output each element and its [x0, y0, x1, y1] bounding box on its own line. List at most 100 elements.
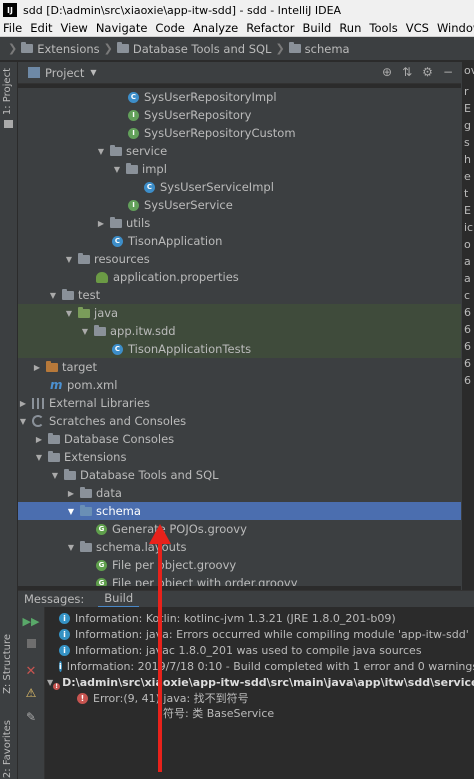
tree-item[interactable]: G File per object with order.groovy	[18, 574, 461, 586]
breadcrumb-item-extensions[interactable]: Extensions	[21, 42, 100, 56]
folder-icon	[48, 450, 60, 462]
tree-item[interactable]: G Generate POJOs.groovy	[18, 520, 461, 538]
message-file-row[interactable]: ▼ D:\admin\src\xiaoxie\app-itw-sdd\src\m…	[45, 674, 474, 690]
groovy-file-icon: G	[96, 559, 107, 571]
expand-arrow-down-icon[interactable]: ▼	[80, 327, 90, 336]
tree-item[interactable]: ▼ app.itw.sdd	[18, 322, 461, 340]
folder-icon	[62, 288, 74, 300]
breadcrumb-item-schema[interactable]: schema	[288, 42, 350, 56]
warning-filter-icon[interactable]: ⚠	[23, 685, 39, 701]
expand-arrow-down-icon[interactable]: ▼	[96, 147, 106, 156]
tree-item[interactable]: ▼ resources	[18, 250, 461, 268]
expand-arrow-down-icon[interactable]: ▼	[48, 291, 58, 300]
menu-refactor[interactable]: Refactor	[242, 21, 298, 35]
collapse-icon[interactable]: ⇅	[402, 65, 412, 79]
message-row[interactable]: i Information: java: Errors occurred whi…	[45, 626, 474, 642]
menu-code[interactable]: Code	[151, 21, 188, 35]
tree-item[interactable]: I SysUserRepository	[18, 106, 461, 124]
error-icon: !	[77, 692, 88, 704]
expand-arrow-down-icon[interactable]: ▼	[34, 453, 44, 462]
package-folder-icon	[110, 216, 122, 228]
tree-item[interactable]: I SysUserService	[18, 196, 461, 214]
tree-item[interactable]: ▼ service	[18, 142, 461, 160]
tree-item[interactable]: m pom.xml	[18, 376, 461, 394]
tree-item[interactable]: G File per object.groovy	[18, 556, 461, 574]
target-icon[interactable]: ⊕	[382, 65, 392, 79]
expand-arrow-down-icon[interactable]: ▼	[66, 543, 76, 552]
settings-icon[interactable]: ⚙	[422, 65, 433, 79]
error-filter-icon[interactable]: ✕	[23, 663, 39, 679]
maven-icon: m	[50, 378, 63, 392]
expand-arrow-right-icon[interactable]: ▶	[32, 363, 42, 372]
tree-item[interactable]: ▼ schema.layouts	[18, 538, 461, 556]
expand-arrow-down-icon[interactable]: ▼	[64, 255, 74, 264]
tree-item[interactable]: ▼ Extensions	[18, 448, 461, 466]
tree-item[interactable]: application.properties	[18, 268, 461, 286]
tree-item-selected[interactable]: ▼ schema	[18, 502, 461, 520]
menu-window[interactable]: Window	[433, 21, 474, 35]
expand-arrow-right-icon[interactable]: ▶	[96, 219, 106, 228]
message-detail-row: 符号: 类 BaseService	[163, 707, 275, 720]
stop-icon[interactable]	[23, 635, 39, 651]
tree-item[interactable]: C SysUserServiceImpl	[18, 178, 461, 196]
expand-arrow-down-icon[interactable]: ▼	[112, 165, 122, 174]
project-icon	[28, 67, 40, 78]
tree-item[interactable]: ▼ test	[18, 286, 461, 304]
expand-arrow-right-icon[interactable]: ▶	[66, 489, 76, 498]
menu-analyze[interactable]: Analyze	[189, 21, 242, 35]
expand-arrow-down-icon[interactable]: ▼	[64, 309, 74, 318]
project-tree: C SysUserRepositoryImpl I SysUserReposit…	[18, 88, 461, 586]
tree-item[interactable]: I SysUserRepositoryCustom	[18, 124, 461, 142]
folder-icon	[80, 486, 92, 498]
structure-tool-tab[interactable]: Z: Structure	[2, 634, 13, 694]
window-title: sdd [D:\admin\src\xiaoxie\app-itw-sdd] -…	[23, 3, 342, 17]
menu-navigate[interactable]: Navigate	[92, 21, 152, 35]
menu-edit[interactable]: Edit	[26, 21, 56, 35]
chevron-down-icon[interactable]: ▼	[90, 68, 96, 77]
tree-item[interactable]: ▶ target	[18, 358, 461, 376]
menu-file[interactable]: File	[0, 21, 26, 35]
project-panel-header: Project ▼ ⊕ ⇅ ⚙ −	[18, 62, 461, 84]
folder-icon	[21, 42, 34, 53]
expand-arrow-down-icon[interactable]: ▼	[18, 417, 28, 426]
message-row[interactable]: i Information: javac 1.8.0_201 was used …	[45, 642, 474, 658]
message-row[interactable]: i Information: Kotlin: kotlinc-jvm 1.3.2…	[45, 610, 474, 626]
hide-icon[interactable]: −	[443, 65, 453, 79]
expand-arrow-down-icon[interactable]: ▼	[66, 507, 76, 516]
project-folder-icon	[4, 120, 13, 128]
project-tool-tab[interactable]: 1: Project	[2, 68, 13, 115]
project-view-selector[interactable]: Project	[45, 66, 84, 80]
expand-arrow-down-icon[interactable]: ▼	[50, 471, 60, 480]
message-error-row[interactable]: ! Error:(9, 41) java: 找不到符号	[45, 690, 474, 706]
class-icon: C	[128, 91, 139, 103]
info-icon: i	[59, 612, 70, 624]
tree-item[interactable]: C SysUserRepositoryImpl	[18, 88, 461, 106]
menu-run[interactable]: Run	[335, 21, 365, 35]
menu-vcs[interactable]: VCS	[402, 21, 433, 35]
tree-item[interactable]: ▶ utils	[18, 214, 461, 232]
tab-build[interactable]: Build	[98, 591, 140, 608]
tree-item[interactable]: C TisonApplicationTests	[18, 340, 461, 358]
wrench-icon[interactable]: ✎	[23, 709, 39, 725]
tree-item[interactable]: C TisonApplication	[18, 232, 461, 250]
rerun-icon[interactable]: ▶▶	[23, 613, 40, 629]
breadcrumb-item-database-tools[interactable]: Database Tools and SQL	[116, 42, 271, 56]
message-row[interactable]: i Information: 2019/7/18 0:10 - Build co…	[45, 658, 474, 674]
tree-item[interactable]: ▼ java	[18, 304, 461, 322]
library-icon	[32, 397, 44, 409]
tree-item[interactable]: ▼ Scratches and Consoles	[18, 412, 461, 430]
expand-arrow-right-icon[interactable]: ▶	[34, 435, 44, 444]
favorites-tool-tab[interactable]: 2: Favorites	[2, 720, 13, 778]
tree-item[interactable]: ▶ data	[18, 484, 461, 502]
tree-item[interactable]: ▼ Database Tools and SQL	[18, 466, 461, 484]
menu-view[interactable]: View	[57, 21, 92, 35]
tree-item[interactable]: ▶ External Libraries	[18, 394, 461, 412]
spring-class-icon: C	[112, 235, 123, 247]
tree-item[interactable]: ▶ Database Consoles	[18, 430, 461, 448]
menu-build[interactable]: Build	[298, 21, 335, 35]
menu-tools[interactable]: Tools	[365, 21, 401, 35]
expand-arrow-right-icon[interactable]: ▶	[18, 399, 28, 408]
editor-edge: ov r E g s h e t E ic o a a c 6 6 6 6 6	[461, 62, 474, 592]
groovy-file-icon: G	[96, 523, 107, 535]
tree-item[interactable]: ▼ impl	[18, 160, 461, 178]
